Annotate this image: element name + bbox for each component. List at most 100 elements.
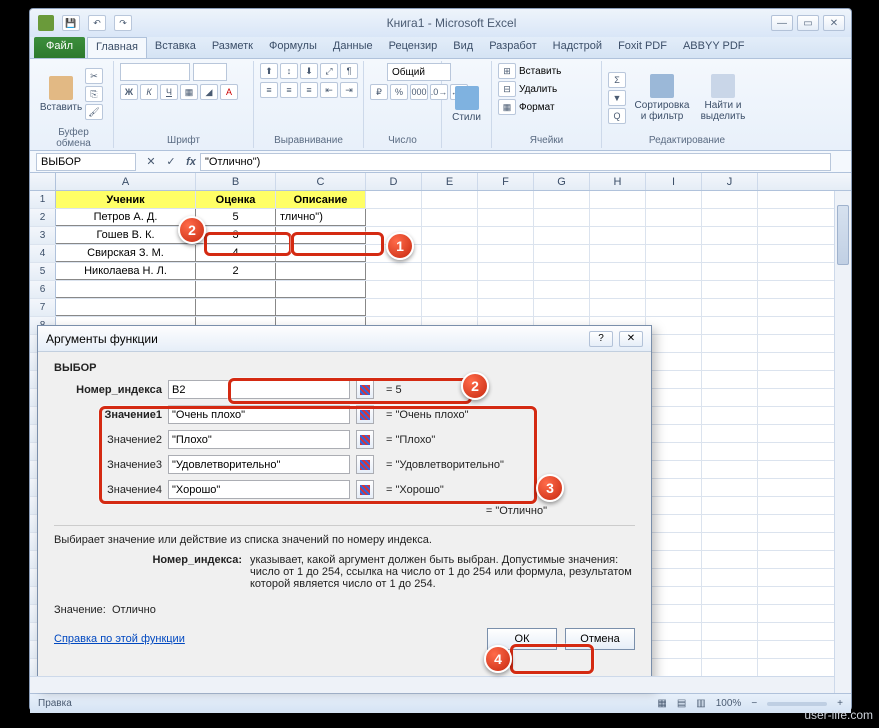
insert-cells-icon[interactable]: ⊞ xyxy=(498,63,516,79)
align-top-icon[interactable]: ⬆ xyxy=(260,63,278,79)
cell[interactable] xyxy=(702,227,758,244)
cell[interactable] xyxy=(478,263,534,280)
col-header-A[interactable]: A xyxy=(56,173,196,190)
cell[interactable] xyxy=(702,317,758,334)
cell[interactable] xyxy=(702,587,758,604)
cell[interactable] xyxy=(422,281,478,298)
cell[interactable] xyxy=(422,191,478,208)
fill-icon[interactable]: ◢ xyxy=(200,84,218,100)
cell[interactable] xyxy=(702,245,758,262)
cell[interactable] xyxy=(646,209,702,226)
cell[interactable] xyxy=(590,245,646,262)
file-tab[interactable]: Файл xyxy=(34,37,85,58)
formula-accept-icon[interactable]: ✓ xyxy=(162,153,180,171)
cell[interactable] xyxy=(702,623,758,640)
find-select-button[interactable]: Найти и выделить xyxy=(694,67,752,129)
cell[interactable] xyxy=(646,317,702,334)
cell[interactable] xyxy=(56,281,196,298)
orientation-icon[interactable]: ⤢ xyxy=(320,63,338,79)
cell[interactable] xyxy=(590,299,646,316)
zoom-out-icon[interactable]: − xyxy=(751,698,757,709)
view-layout-icon[interactable]: ▤ xyxy=(677,698,686,709)
delete-cells-icon[interactable]: ⊟ xyxy=(498,81,516,97)
maximize-button[interactable]: ▭ xyxy=(797,15,819,31)
tab-formulas[interactable]: Формулы xyxy=(261,37,325,58)
comma-icon[interactable]: 000 xyxy=(410,84,428,100)
cell[interactable]: 5 xyxy=(196,209,276,226)
tab-insert[interactable]: Вставка xyxy=(147,37,204,58)
align-mid-icon[interactable]: ↕ xyxy=(280,63,298,79)
cell[interactable] xyxy=(366,191,422,208)
dialog-help-button[interactable]: ? xyxy=(589,331,613,347)
sort-filter-button[interactable]: Сортировка и фильтр xyxy=(633,67,691,129)
cell[interactable] xyxy=(646,587,702,604)
cell[interactable] xyxy=(702,281,758,298)
cell[interactable] xyxy=(422,227,478,244)
cell[interactable] xyxy=(422,263,478,280)
align-bot-icon[interactable]: ⬇ xyxy=(300,63,318,79)
align-left-icon[interactable]: ≡ xyxy=(260,82,278,98)
cell[interactable] xyxy=(646,443,702,460)
cell[interactable] xyxy=(534,191,590,208)
col-header-H[interactable]: H xyxy=(590,173,646,190)
cell[interactable] xyxy=(646,623,702,640)
formula-input[interactable]: "Отлично") xyxy=(200,153,831,171)
zoom-slider[interactable] xyxy=(767,702,827,706)
cell[interactable] xyxy=(646,425,702,442)
cell[interactable] xyxy=(534,281,590,298)
cell[interactable] xyxy=(646,389,702,406)
row-header[interactable]: 4 xyxy=(30,245,56,262)
font-combo[interactable] xyxy=(120,63,190,81)
cell[interactable] xyxy=(56,299,196,316)
close-button[interactable]: ✕ xyxy=(823,15,845,31)
cell[interactable] xyxy=(702,407,758,424)
cell[interactable]: тлично") xyxy=(276,209,366,226)
cell[interactable] xyxy=(534,263,590,280)
cell[interactable] xyxy=(646,371,702,388)
cell[interactable] xyxy=(702,191,758,208)
cell[interactable] xyxy=(702,515,758,532)
styles-button[interactable]: Стили xyxy=(448,74,485,136)
cell[interactable] xyxy=(366,209,422,226)
cell[interactable] xyxy=(646,263,702,280)
row-header[interactable]: 2 xyxy=(30,209,56,226)
font-color-icon[interactable]: A xyxy=(220,84,238,100)
clear-icon[interactable]: Q xyxy=(608,108,626,124)
cell[interactable] xyxy=(276,299,366,316)
cell[interactable] xyxy=(590,263,646,280)
cell[interactable] xyxy=(646,515,702,532)
cell[interactable] xyxy=(702,659,758,676)
minimize-button[interactable]: — xyxy=(771,15,793,31)
cell[interactable] xyxy=(478,245,534,262)
cell[interactable] xyxy=(702,551,758,568)
cell[interactable] xyxy=(422,299,478,316)
cell[interactable] xyxy=(646,227,702,244)
cell[interactable] xyxy=(422,209,478,226)
cell[interactable] xyxy=(646,569,702,586)
copy-icon[interactable]: ⎘ xyxy=(85,86,103,102)
cell[interactable] xyxy=(702,569,758,586)
view-normal-icon[interactable]: ▦ xyxy=(657,698,666,709)
cell[interactable] xyxy=(702,389,758,406)
cell[interactable] xyxy=(646,479,702,496)
cell[interactable] xyxy=(646,461,702,478)
cell[interactable] xyxy=(646,245,702,262)
cell[interactable] xyxy=(702,335,758,352)
cell[interactable] xyxy=(702,263,758,280)
cell[interactable] xyxy=(534,245,590,262)
col-header-C[interactable]: C xyxy=(276,173,366,190)
format-cells-icon[interactable]: ▦ xyxy=(498,99,516,115)
cell[interactable] xyxy=(534,299,590,316)
vertical-scrollbar[interactable] xyxy=(834,191,851,693)
qat-save-icon[interactable]: 💾 xyxy=(62,15,80,31)
cell[interactable]: Гошев В. К. xyxy=(56,227,196,244)
cell[interactable] xyxy=(646,605,702,622)
qat-redo-icon[interactable]: ↷ xyxy=(114,15,132,31)
cell[interactable] xyxy=(646,533,702,550)
currency-icon[interactable]: ₽ xyxy=(370,84,388,100)
cell[interactable] xyxy=(196,299,276,316)
indent-dec-icon[interactable]: ⇤ xyxy=(320,82,338,98)
scroll-thumb[interactable] xyxy=(837,205,849,265)
cell[interactable]: Петров А. Д. xyxy=(56,209,196,226)
cut-icon[interactable]: ✂ xyxy=(85,68,103,84)
